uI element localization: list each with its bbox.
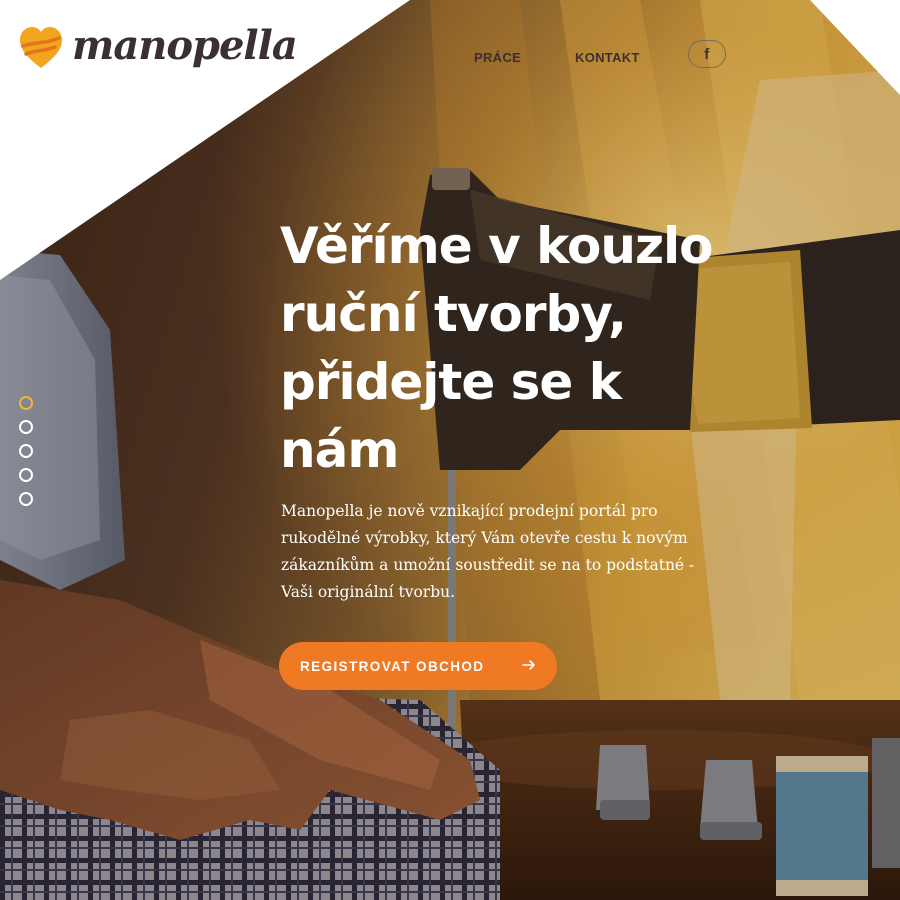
hero-title: Věříme v kouzlo ruční tvorby, přidejte s… [280, 217, 714, 479]
heart-logo-icon [20, 27, 62, 68]
register-shop-label: REGISTROVAT OBCHOD [300, 658, 485, 674]
nav-item-prace[interactable]: PRÁCE [474, 50, 521, 65]
slider-pagination [19, 396, 33, 506]
hero-section: manopella PRÁCE KONTAKT f Věříme v kouzl… [0, 0, 900, 900]
brand-wordmark: manopella [72, 22, 298, 69]
register-shop-button[interactable]: REGISTROVAT OBCHOD [279, 642, 557, 690]
main-nav: PRÁCE KONTAKT f [474, 40, 726, 68]
slider-dot-4[interactable] [19, 468, 33, 482]
slider-dot-3[interactable] [19, 444, 33, 458]
slider-dot-2[interactable] [19, 420, 33, 434]
slider-dot-1[interactable] [19, 396, 33, 410]
arrow-right-icon [522, 660, 535, 670]
facebook-icon: f [704, 45, 710, 63]
hero-description: Manopella je nově vznikající prodejní po… [281, 502, 695, 601]
brand-logo[interactable]: manopella [18, 22, 298, 70]
facebook-button[interactable]: f [687, 40, 726, 68]
nav-item-kontakt[interactable]: KONTAKT [575, 50, 640, 65]
slider-dot-5[interactable] [19, 492, 33, 506]
